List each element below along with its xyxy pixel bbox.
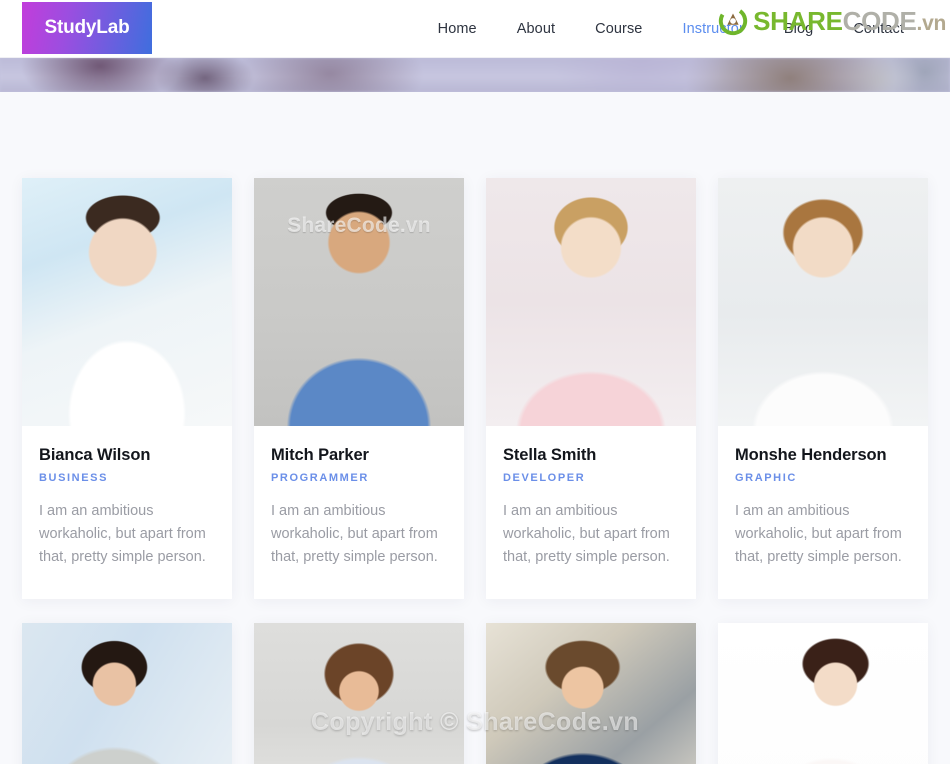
instructor-card[interactable]: Stella Smith DEVELOPER I am an ambitious…	[486, 178, 696, 599]
instructor-photo: ShareCode.vn	[254, 178, 464, 426]
nav-item-contact[interactable]: Contact	[833, 21, 924, 37]
instructor-photo-image	[486, 623, 696, 764]
instructor-photo-image	[486, 178, 696, 426]
instructor-card[interactable]: ShareCode.vn Mitch Parker PROGRAMMER I a…	[254, 178, 464, 599]
instructor-photo-image	[718, 178, 928, 426]
nav-item-blog[interactable]: Blog	[764, 21, 833, 37]
instructor-bio: I am an ambitious workaholic, but apart …	[271, 503, 438, 565]
instructor-name: Bianca Wilson	[39, 446, 151, 464]
instructor-role: DEVELOPER	[503, 472, 586, 484]
main-navigation: Home About Course Instructor Blog Contac…	[418, 21, 950, 37]
instructor-photo	[22, 623, 232, 764]
instructor-photo	[718, 178, 928, 426]
nav-item-home[interactable]: Home	[418, 21, 497, 37]
instructor-name: Stella Smith	[503, 446, 597, 464]
instructor-bio: I am an ambitious workaholic, but apart …	[39, 503, 206, 565]
instructor-card-body: Monshe Henderson GRAPHIC I am an ambitio…	[718, 426, 928, 599]
instructor-photo	[22, 178, 232, 426]
nav-item-course[interactable]: Course	[575, 21, 662, 37]
nav-item-instructor[interactable]: Instructor	[662, 21, 763, 37]
instructor-photo	[718, 623, 928, 764]
instructor-card[interactable]	[718, 623, 928, 764]
site-header: StudyLab Home About Course Instructor Bl…	[0, 0, 950, 58]
instructor-card-body: Stella Smith DEVELOPER I am an ambitious…	[486, 426, 696, 599]
instructor-photo-image	[22, 623, 232, 764]
instructor-card-body: Bianca Wilson BUSINESS I am an ambitious…	[22, 426, 232, 599]
instructor-photo	[486, 623, 696, 764]
hero-banner	[0, 58, 950, 92]
instructor-bio: I am an ambitious workaholic, but apart …	[735, 503, 902, 565]
instructor-card[interactable]: Bianca Wilson BUSINESS I am an ambitious…	[22, 178, 232, 599]
instructor-photo	[254, 623, 464, 764]
instructor-role: PROGRAMMER	[271, 472, 369, 484]
instructor-card[interactable]	[22, 623, 232, 764]
instructor-card[interactable]	[254, 623, 464, 764]
instructor-section: Bianca Wilson BUSINESS I am an ambitious…	[0, 92, 950, 764]
site-logo[interactable]: StudyLab	[22, 1, 152, 54]
instructor-name: Monshe Henderson	[735, 446, 887, 464]
instructor-card[interactable]: Monshe Henderson GRAPHIC I am an ambitio…	[718, 178, 928, 599]
instructor-grid-row-1: Bianca Wilson BUSINESS I am an ambitious…	[22, 92, 928, 599]
instructor-card[interactable]	[486, 623, 696, 764]
nav-item-about[interactable]: About	[497, 21, 575, 37]
hero-banner-image	[0, 58, 950, 92]
instructor-photo-image	[254, 623, 464, 764]
instructor-photo-image	[254, 178, 464, 426]
instructor-card-body: Mitch Parker PROGRAMMER I am an ambitiou…	[254, 426, 464, 599]
instructor-photo	[486, 178, 696, 426]
instructor-name: Mitch Parker	[271, 446, 369, 464]
instructor-photo-image	[718, 623, 928, 764]
instructor-role: BUSINESS	[39, 472, 109, 484]
instructor-grid-row-2	[22, 599, 928, 764]
instructor-role: GRAPHIC	[735, 472, 797, 484]
instructor-bio: I am an ambitious workaholic, but apart …	[503, 503, 670, 565]
instructor-photo-image	[22, 178, 232, 426]
